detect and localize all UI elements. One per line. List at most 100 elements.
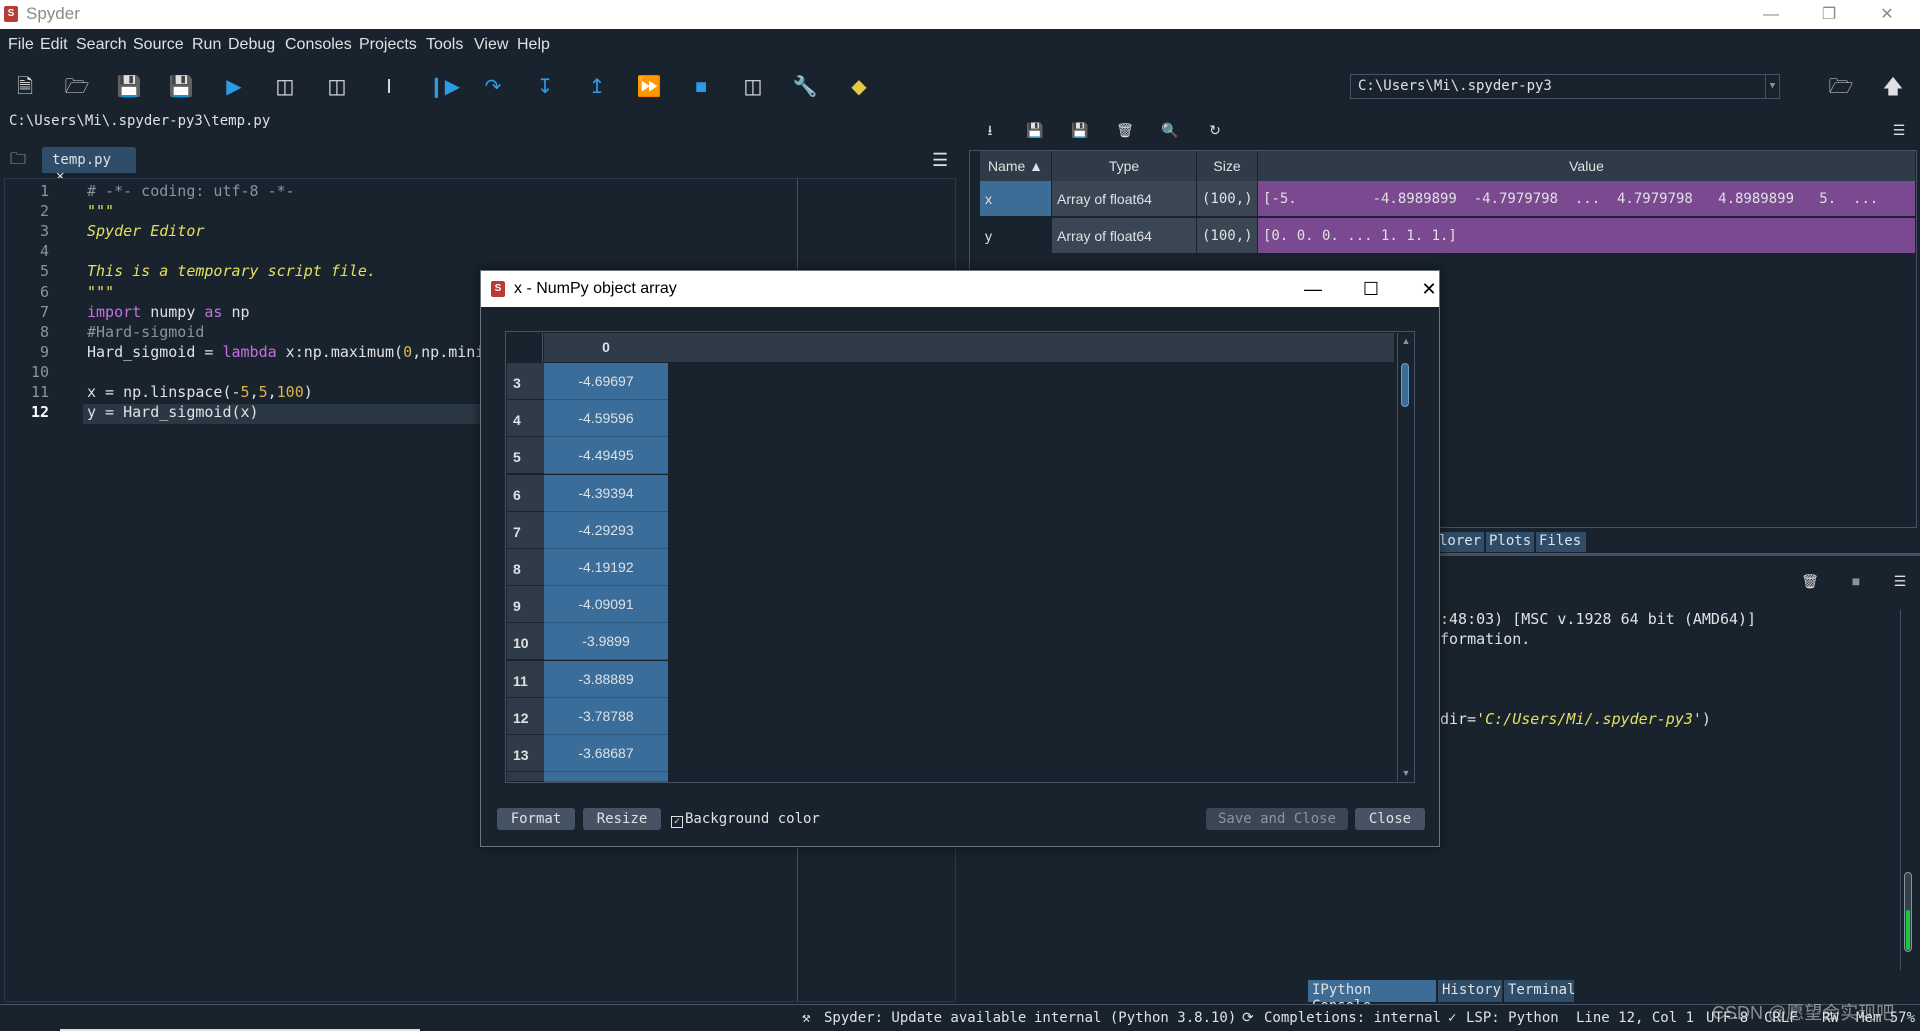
status-update[interactable]: Spyder: Update available [824,1010,1026,1026]
minimize-icon[interactable]: — [1746,2,1796,27]
save-icon[interactable]: 💾 [116,74,142,100]
variable-value-x[interactable]: [-5. -4.8989899 -4.7979798 ... 4.7979798… [1258,181,1916,217]
table-row[interactable]: 3 -4.69697 [507,363,669,400]
code-line[interactable]: # -*- coding: utf-8 -*- [87,182,295,200]
cell-value[interactable]: -3.78788 [544,697,668,735]
code-line[interactable]: """ [87,283,114,301]
code-line[interactable]: #Hard-sigmoid [87,323,204,341]
search-icon[interactable]: 🔍 [1161,121,1179,139]
close-button[interactable]: Close [1355,808,1425,830]
scrollbar-thumb[interactable] [1401,363,1409,407]
cell-value[interactable]: -4.29293 [544,511,668,549]
status-interpreter[interactable]: internal (Python 3.8.10) [1034,1010,1236,1026]
browse-tabs-icon[interactable]: 🗀 [10,148,30,168]
tab-terminal[interactable]: Terminal [1504,980,1575,1002]
row-index[interactable]: 4 [507,400,544,438]
code-line[interactable]: Spyder Editor [87,222,204,240]
cell-value[interactable]: -4.09091 [544,586,668,624]
continue-icon[interactable]: ⏩ [636,74,662,100]
maximize-icon[interactable]: ☐ [1351,275,1391,303]
tab-variable-explorer[interactable]: lorer [1436,532,1484,552]
row-index[interactable]: 10 [507,623,544,661]
pane-divider[interactable] [1436,553,1920,556]
column-header-type[interactable]: Type [1052,151,1197,181]
run-icon[interactable]: ▶ [221,74,247,100]
checkbox-icon[interactable]: ✓ [671,816,683,828]
code-line[interactable]: """ [87,202,114,220]
background-color-checkbox[interactable]: ✓ Background color [671,811,820,828]
cell-value[interactable] [544,772,668,782]
code-line[interactable]: y = Hard_sigmoid(x) [87,403,259,421]
cell-value[interactable]: -3.9899 [544,623,668,661]
step-over-icon[interactable]: ↷ [480,74,506,100]
row-index[interactable]: 5 [507,437,544,475]
cell-value[interactable]: -3.68687 [544,735,668,772]
chevron-down-icon[interactable]: ▼ [1765,75,1779,98]
menu-source[interactable]: Source [133,36,184,54]
grid-scrollbar[interactable]: ▲ ▼ [1397,333,1413,781]
minimize-icon[interactable]: — [1293,275,1333,303]
python-path-icon[interactable]: ◆ [846,74,872,100]
debug-icon[interactable]: ❙▶ [428,74,460,100]
tab-temp-py[interactable]: temp.py ✕ [42,147,136,184]
maximize-pane-icon[interactable]: ◫ [740,74,766,100]
row-index[interactable]: 3 [507,363,544,400]
menu-run[interactable]: Run [192,36,221,54]
console-scrollbar[interactable] [1900,610,1912,970]
menu-tools[interactable]: Tools [426,36,463,54]
preferences-wrench-icon[interactable]: 🔧 [792,74,818,100]
table-row[interactable]: 11 -3.88889 [507,660,669,698]
save-data-icon[interactable]: 💾 [1026,121,1044,139]
interrupt-icon[interactable]: ■ [1847,572,1865,590]
browse-folder-icon[interactable]: 🗁 [1828,74,1854,100]
table-row[interactable]: 9 -4.09091 [507,586,669,624]
step-return-icon[interactable]: ↥ [584,74,610,100]
cell-value[interactable]: -4.49495 [544,437,668,475]
variable-type-x[interactable]: Array of float64 [1052,181,1197,217]
tab-plots[interactable]: Plots [1486,532,1534,552]
menu-projects[interactable]: Projects [359,36,417,54]
options-menu-icon[interactable]: ☰ [1890,121,1908,139]
parent-dir-icon[interactable]: 🡅 [1880,74,1906,100]
variable-size-y[interactable]: (100,) [1197,218,1258,254]
close-icon[interactable]: ✕ [1862,2,1912,27]
table-row[interactable]: 5 -4.49495 [507,437,669,475]
cell-value[interactable]: -4.19192 [544,549,668,586]
variable-type-y[interactable]: Array of float64 [1052,218,1197,254]
cell-value[interactable]: -3.88889 [544,660,668,698]
remove-all-icon[interactable]: 🗑 [1116,121,1134,139]
row-index[interactable]: 9 [507,586,544,624]
close-icon[interactable]: ✕ [1409,275,1449,303]
menu-search[interactable]: Search [76,36,127,54]
status-completions[interactable]: Completions: internal [1264,1010,1441,1026]
column-header-value[interactable]: Value [1258,151,1916,181]
working-directory-combo[interactable]: C:\Users\Mi\.spyder-py3 ▼ [1350,74,1780,99]
variable-name-y[interactable]: y [980,218,1052,254]
row-index[interactable]: 6 [507,474,544,512]
import-data-icon[interactable]: ⭳ [981,121,999,139]
row-index[interactable]: 12 [507,697,544,735]
console-options-icon[interactable]: ☰ [1891,572,1909,590]
step-into-icon[interactable]: ↧ [532,74,558,100]
new-file-icon[interactable]: 🗎 [12,74,38,100]
status-lsp[interactable]: LSP: Python [1466,1010,1559,1026]
resize-button[interactable]: Resize [583,808,661,830]
restore-icon[interactable]: ❐ [1804,2,1854,27]
cell-value[interactable]: -4.59596 [544,400,668,438]
remove-icon[interactable]: 🗑 [1801,572,1819,590]
array-grid[interactable]: 0 3 -4.69697 4 -4.59596 5 -4.49495 6 -4.39394 7-… [505,331,1415,783]
menu-view[interactable]: View [474,36,508,54]
cell-value[interactable]: -4.39394 [544,474,668,512]
run-cell-advance-icon[interactable]: ◫ [324,74,350,100]
table-row[interactable] [507,772,669,782]
scrollbar-thumb[interactable] [1904,872,1912,952]
variable-name-x[interactable]: x [980,181,1052,217]
format-button[interactable]: Format [497,808,575,830]
table-row[interactable]: 6 -4.39394 [507,474,669,512]
scroll-down-icon[interactable]: ▼ [1400,768,1412,778]
table-row[interactable]: 10 -3.9899 [507,623,669,661]
menu-debug[interactable]: Debug [228,36,275,54]
menu-consoles[interactable]: Consoles [285,36,352,54]
scroll-up-icon[interactable]: ▲ [1400,336,1412,346]
row-index[interactable]: 11 [507,660,544,698]
